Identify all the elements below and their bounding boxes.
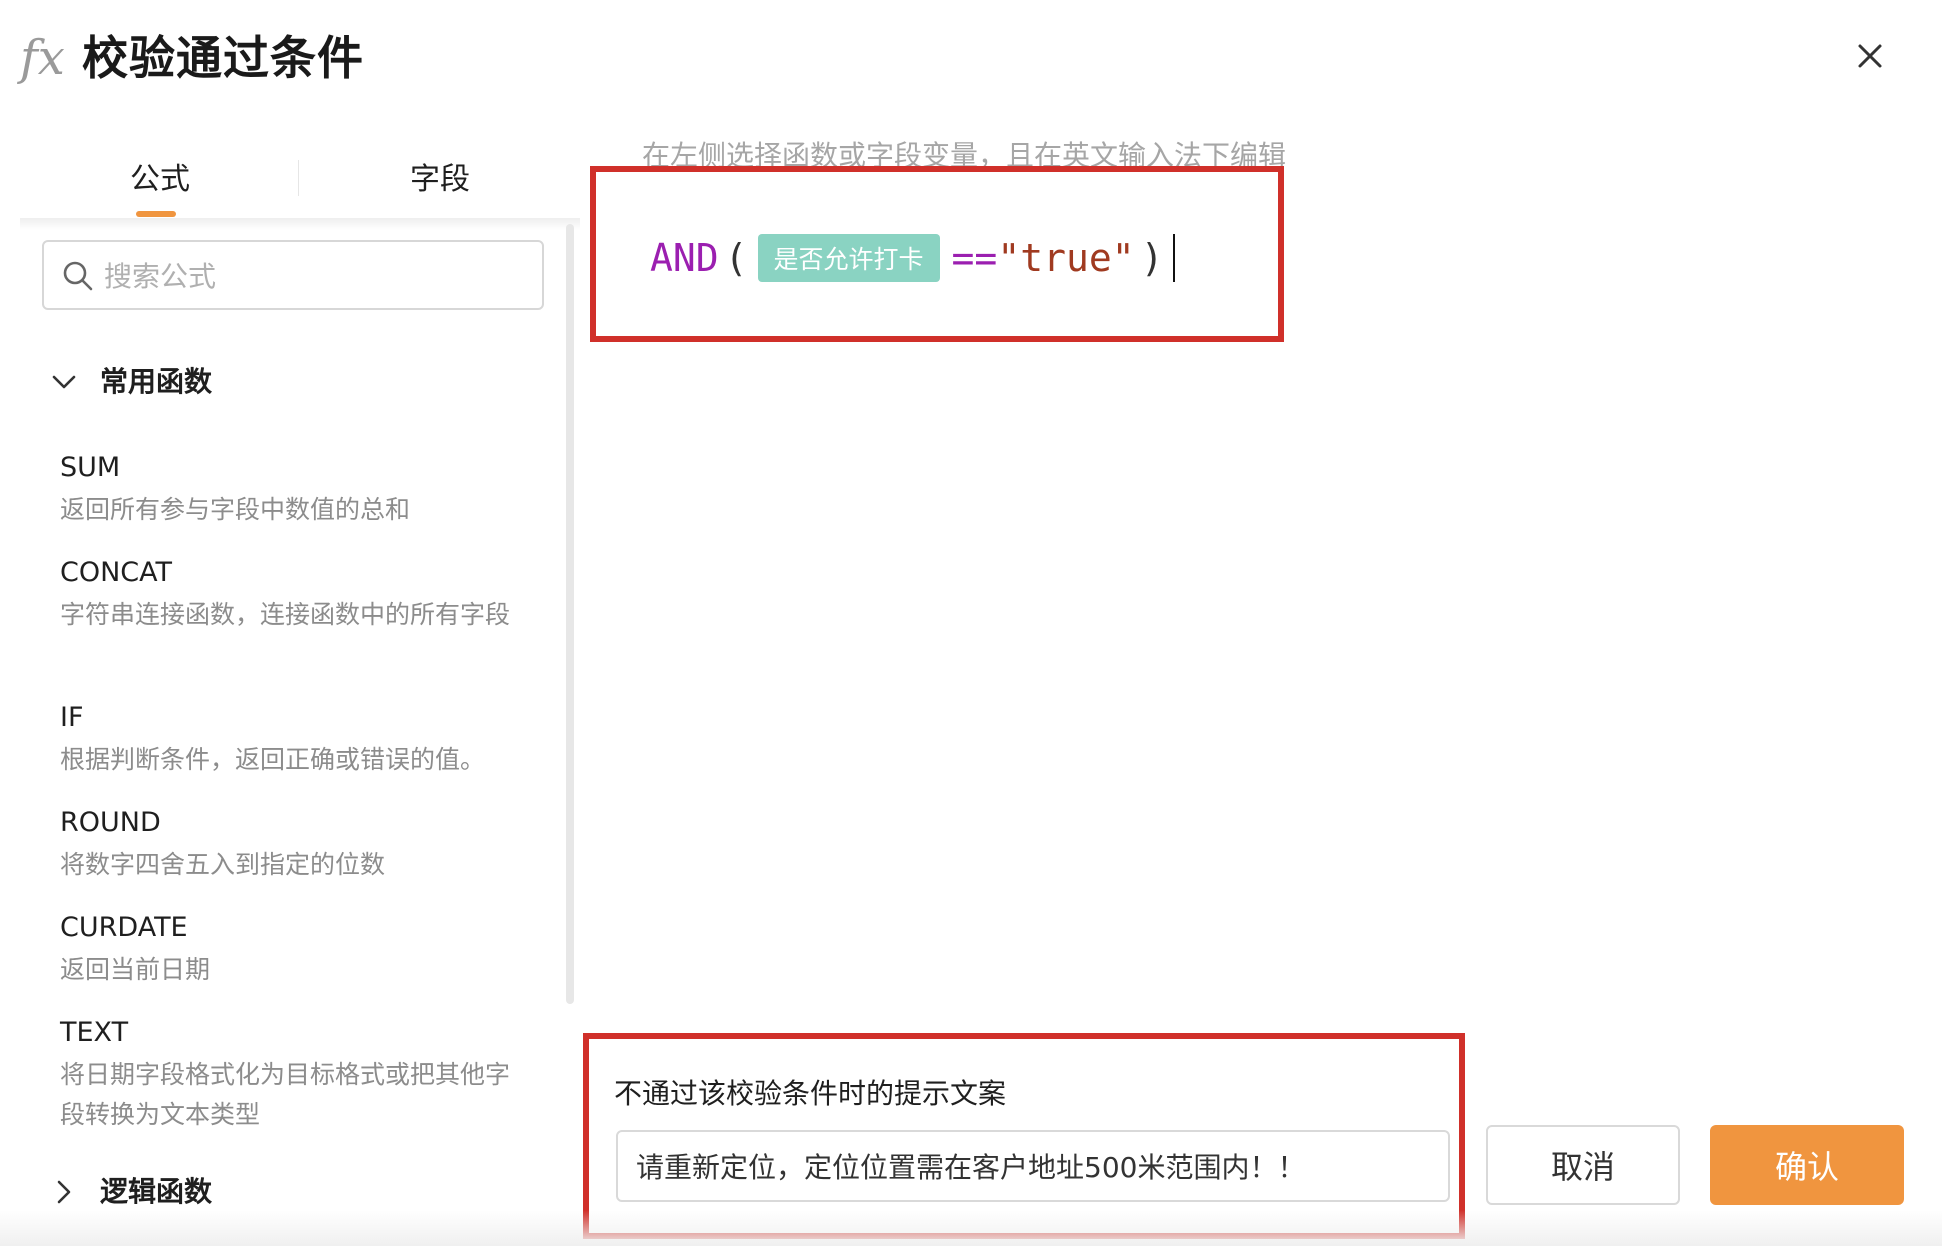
chevron-down-icon bbox=[52, 375, 76, 389]
search-input[interactable] bbox=[102, 250, 526, 302]
tab-field[interactable]: 字段 bbox=[300, 160, 580, 200]
function-item-round[interactable]: ROUND 将数字四舍五入到指定的位数 bbox=[60, 805, 530, 885]
group-common-functions[interactable]: 常用函数 bbox=[50, 362, 450, 402]
active-tab-indicator bbox=[136, 211, 176, 217]
formula-field-tabs: 公式 字段 bbox=[20, 140, 580, 220]
function-name: CURDATE bbox=[60, 912, 188, 943]
group-label: 常用函数 bbox=[100, 365, 213, 398]
function-name: IF bbox=[60, 702, 84, 733]
close-button[interactable] bbox=[1848, 34, 1892, 78]
group-logic-functions[interactable]: 逻辑函数 bbox=[50, 1172, 450, 1212]
formula-editor[interactable]: AND ( 是否允许打卡 == "true" ) bbox=[650, 230, 1176, 286]
function-list-scrollbar[interactable] bbox=[566, 224, 574, 1004]
formula-string-literal: "true" bbox=[997, 236, 1135, 280]
close-icon bbox=[1858, 44, 1882, 68]
text-caret bbox=[1173, 234, 1176, 282]
function-description: 根据判断条件，返回正确或错误的值。 bbox=[60, 745, 486, 774]
group-label: 逻辑函数 bbox=[100, 1175, 213, 1208]
function-item-curdate[interactable]: CURDATE 返回当前日期 bbox=[60, 910, 530, 990]
function-name: SUM bbox=[60, 452, 121, 483]
function-name: TEXT bbox=[60, 1017, 129, 1048]
function-description: 将日期字段格式化为目标格式或把其他字段转换为文本类型 bbox=[60, 1060, 511, 1129]
tab-divider bbox=[298, 160, 299, 196]
fx-icon: fx bbox=[20, 30, 65, 86]
tab-formula[interactable]: 公式 bbox=[20, 160, 300, 200]
bottom-fade bbox=[0, 1210, 1942, 1246]
search-box bbox=[42, 240, 544, 310]
failure-message-label: 不通过该校验条件时的提示文案 bbox=[614, 1077, 1007, 1110]
chevron-right-icon bbox=[57, 1180, 71, 1204]
formula-close-paren: ) bbox=[1140, 236, 1164, 280]
function-name: CONCAT bbox=[60, 557, 173, 588]
formula-function: AND bbox=[650, 236, 719, 280]
function-description: 返回所有参与字段中数值的总和 bbox=[60, 495, 411, 524]
function-item-sum[interactable]: SUM 返回所有参与字段中数值的总和 bbox=[60, 450, 530, 530]
function-name: ROUND bbox=[60, 807, 161, 838]
search-icon bbox=[63, 261, 93, 291]
failure-message-input[interactable] bbox=[616, 1130, 1450, 1202]
dialog-title: 校验通过条件 bbox=[82, 31, 364, 85]
cancel-button[interactable]: 取消 bbox=[1486, 1125, 1680, 1205]
confirm-button[interactable]: 确认 bbox=[1710, 1125, 1904, 1205]
function-item-text[interactable]: TEXT 将日期字段格式化为目标格式或把其他字段转换为文本类型 bbox=[60, 1015, 530, 1135]
field-chip[interactable]: 是否允许打卡 bbox=[757, 234, 940, 282]
function-description: 返回当前日期 bbox=[60, 955, 211, 984]
tabs-shadow bbox=[20, 218, 580, 230]
function-item-if[interactable]: IF 根据判断条件，返回正确或错误的值。 bbox=[60, 700, 530, 780]
function-description: 将数字四舍五入到指定的位数 bbox=[60, 850, 386, 879]
formula-operator: == bbox=[951, 236, 998, 280]
function-description: 字符串连接函数，连接函数中的所有字段 bbox=[60, 600, 511, 629]
function-item-concat[interactable]: CONCAT 字符串连接函数，连接函数中的所有字段 bbox=[60, 555, 530, 635]
formula-open-paren: ( bbox=[724, 236, 748, 280]
